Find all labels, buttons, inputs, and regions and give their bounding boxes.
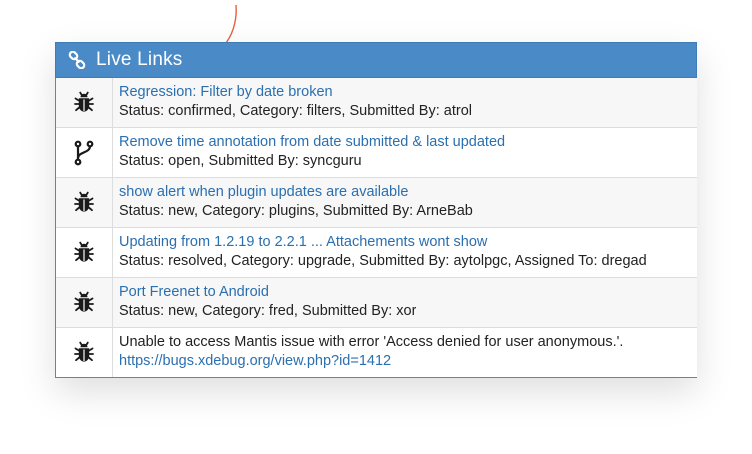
row-text: Updating from 1.2.19 to 2.2.1 ... Attach…: [113, 228, 647, 277]
row-text: show alert when plugin updates are avail…: [113, 178, 473, 227]
issue-list: Regression: Filter by date broken Status:…: [55, 78, 697, 378]
issue-title-link[interactable]: show alert when plugin updates are avail…: [119, 183, 473, 202]
issue-status: Status: new, Category: fred, Submitted B…: [119, 303, 417, 319]
bug-icon: [56, 278, 113, 327]
issue-status: Status: open, Submitted By: syncguru: [119, 153, 362, 169]
row-text: Port Freenet to Android Status: new, Cate…: [113, 278, 416, 327]
row-text: Regression: Filter by date broken Status:…: [113, 78, 472, 127]
issue-title: Unable to access Mantis issue with error…: [119, 334, 624, 350]
table-row: Remove time annotation from date submitt…: [56, 128, 697, 178]
issue-title-link[interactable]: Regression: Filter by date broken: [119, 83, 472, 102]
table-row: show alert when plugin updates are avail…: [56, 178, 697, 228]
bug-icon: [56, 78, 113, 127]
issue-title-link[interactable]: Remove time annotation from date submitt…: [119, 133, 505, 152]
bug-icon: [56, 328, 113, 377]
panel-title: Live Links: [96, 49, 183, 70]
table-row: Regression: Filter by date broken Status:…: [56, 78, 697, 128]
issue-status: Status: confirmed, Category: filters, Su…: [119, 103, 472, 119]
panel-header: Live Links: [55, 42, 697, 78]
issue-url-link[interactable]: https://bugs.xdebug.org/view.php?id=1412: [119, 352, 623, 371]
issue-title-link[interactable]: Port Freenet to Android: [119, 283, 416, 302]
issue-status: Status: new, Category: plugins, Submitte…: [119, 203, 473, 219]
table-row: Updating from 1.2.19 to 2.2.1 ... Attach…: [56, 228, 697, 278]
issue-status: Status: resolved, Category: upgrade, Sub…: [119, 253, 647, 269]
link-icon: [68, 51, 86, 69]
branch-icon: [56, 128, 113, 177]
row-text: Unable to access Mantis issue with error…: [113, 328, 623, 377]
table-row: Unable to access Mantis issue with error…: [56, 328, 697, 377]
issue-title-link[interactable]: Updating from 1.2.19 to 2.2.1 ... Attach…: [119, 233, 647, 252]
table-row: Port Freenet to Android Status: new, Cate…: [56, 278, 697, 328]
live-links-panel: Live Links Regression: Filter by date br…: [55, 42, 697, 378]
bug-icon: [56, 178, 113, 227]
bug-icon: [56, 228, 113, 277]
row-text: Remove time annotation from date submitt…: [113, 128, 505, 177]
